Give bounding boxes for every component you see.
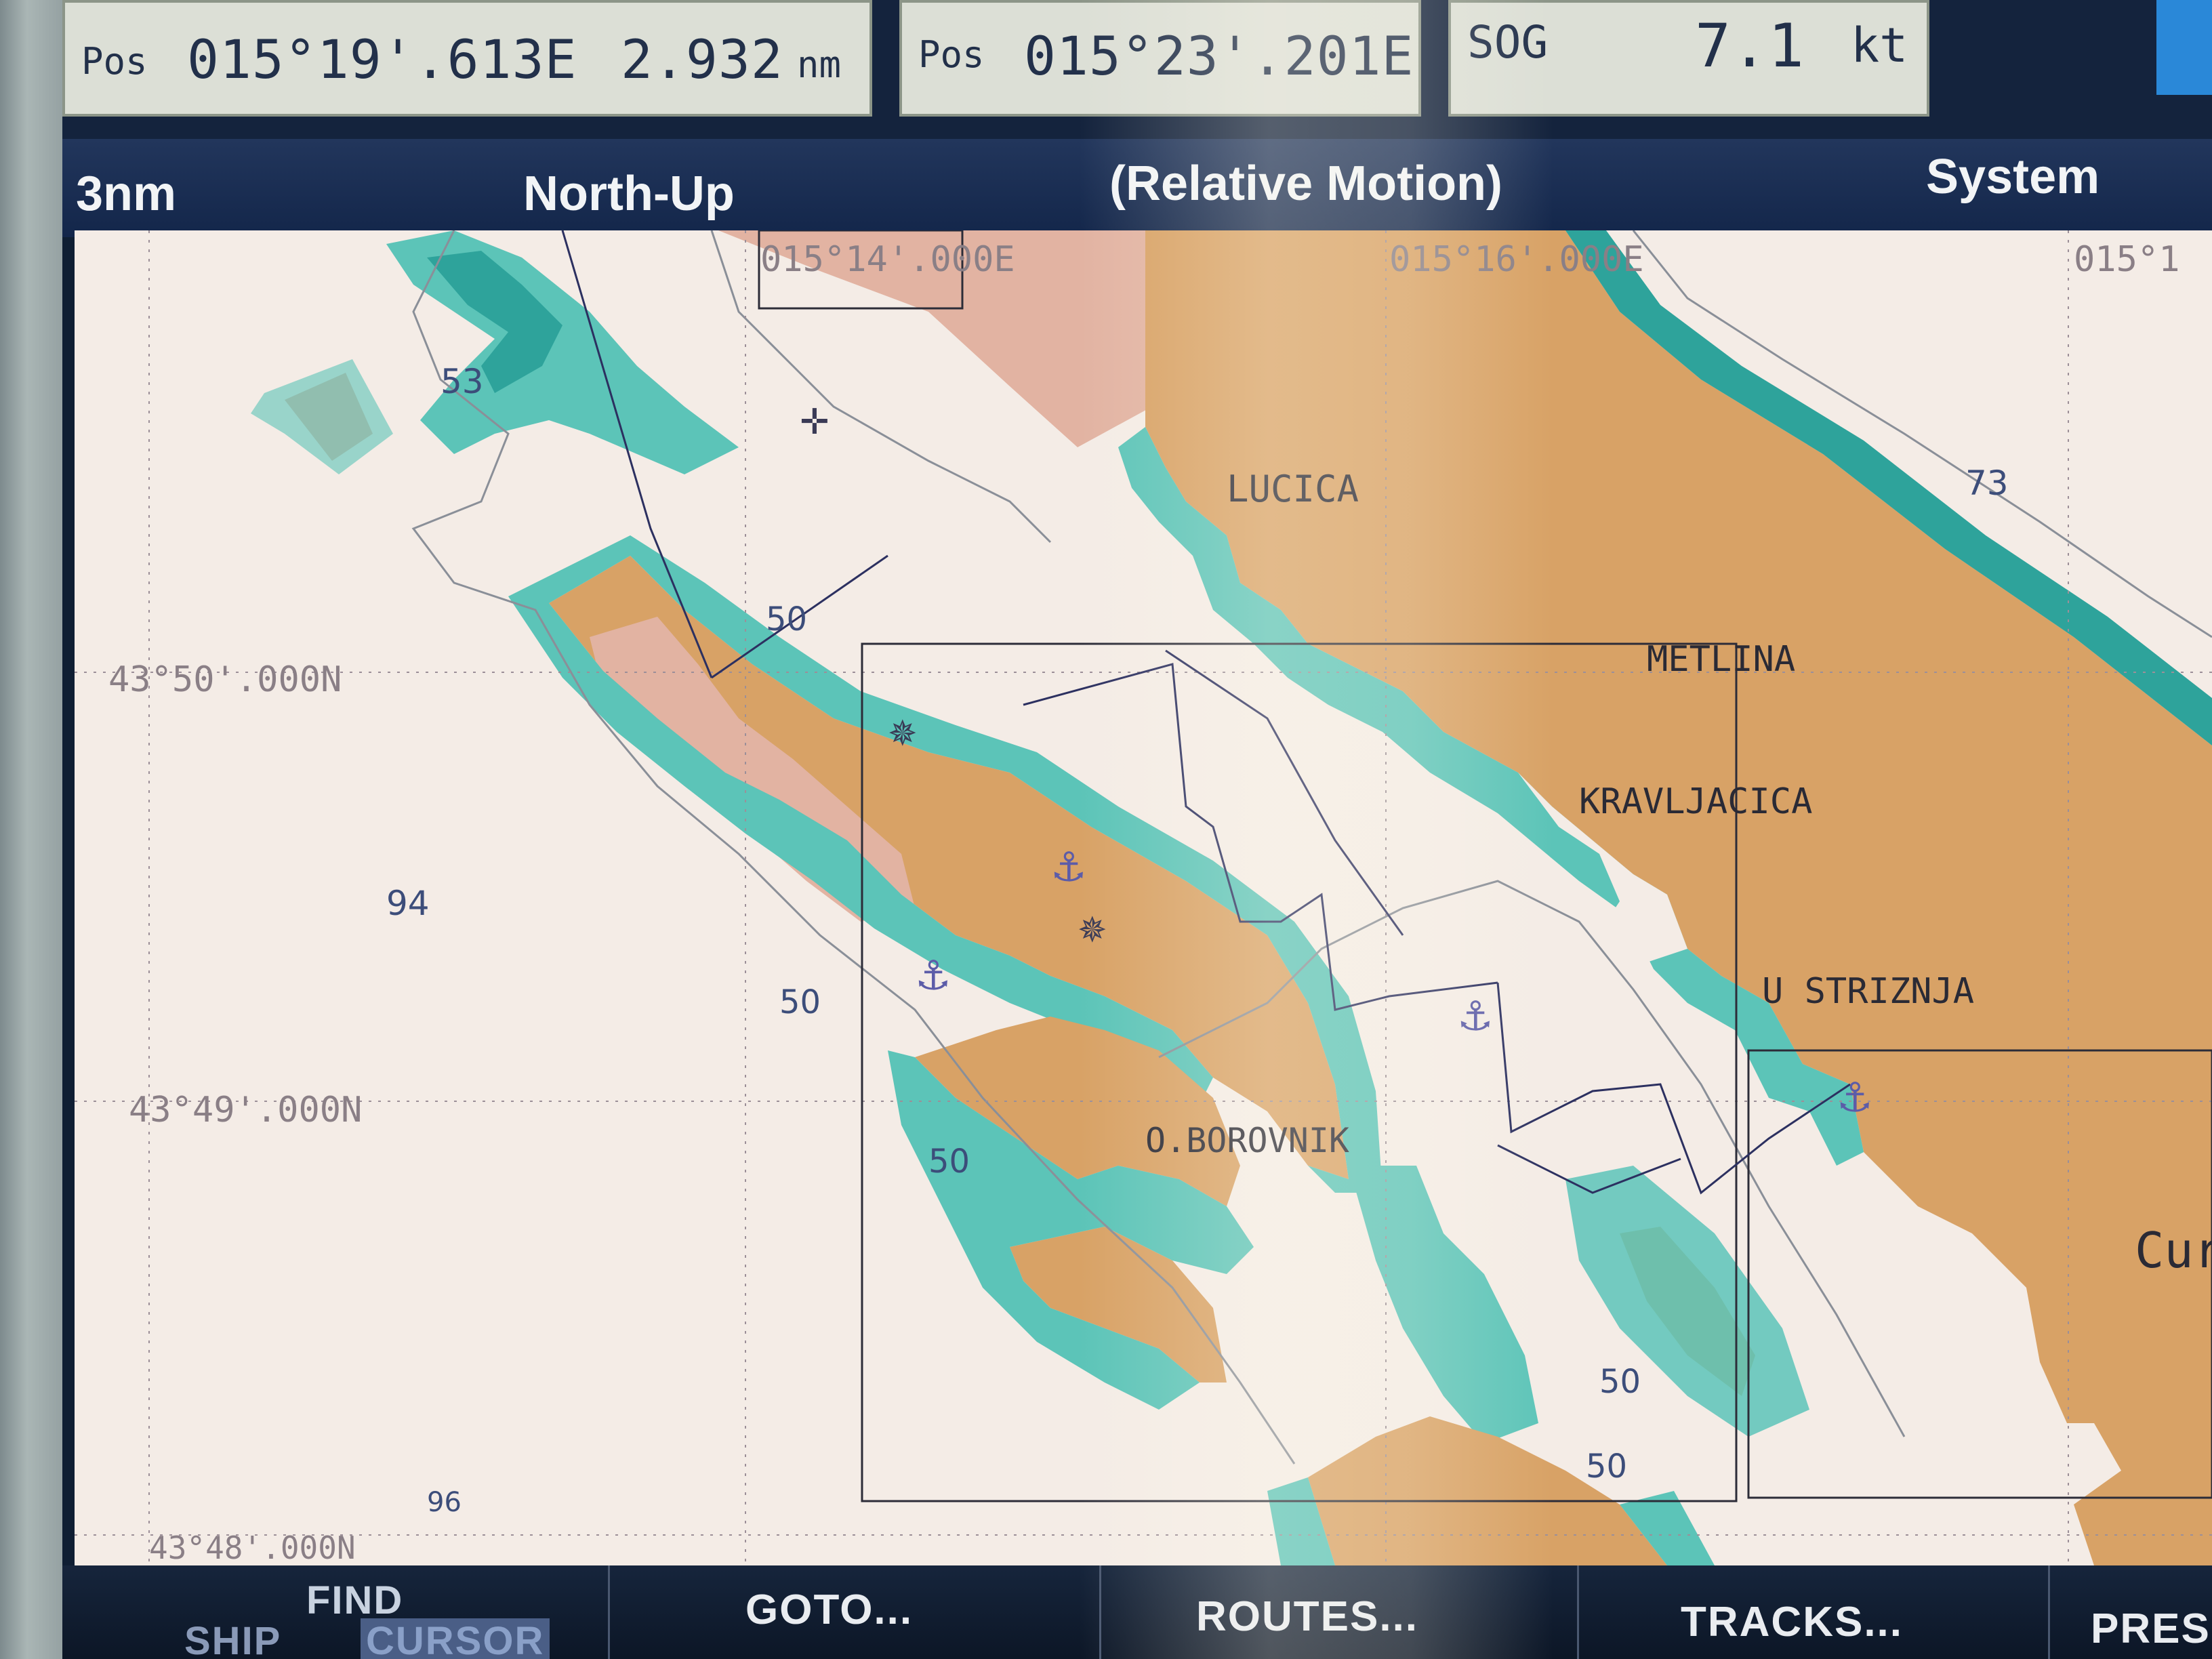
presets-softkey[interactable]: PRESE <box>2048 1565 2212 1659</box>
place-metlina: METLINA <box>1647 639 1795 680</box>
routes-label: ROUTES... <box>1196 1593 1419 1640</box>
orientation-indicator[interactable]: North-Up <box>523 166 735 222</box>
depth-94: 94 <box>386 884 430 923</box>
sog-box[interactable]: SOG 7.1 kt <box>1448 0 1929 117</box>
find-label: FIND <box>306 1578 404 1622</box>
tracks-softkey[interactable]: TRACKS... <box>1577 1565 2047 1659</box>
ship-option[interactable]: SHIP <box>184 1618 281 1659</box>
lon-label-18: 015°1 <box>2074 239 2180 280</box>
anchor-icon: ⚓ <box>915 952 951 1000</box>
cursor-option[interactable]: CURSOR <box>361 1618 550 1659</box>
wreck-icon: ✛ <box>800 402 830 443</box>
depth-50-e: 50 <box>1586 1448 1627 1486</box>
lat-label-50: 43°50'.000N <box>108 659 342 700</box>
shallow-central <box>1349 1166 1538 1443</box>
active-indicator <box>2156 0 2212 95</box>
lat-label-49: 43°49'.000N <box>129 1090 362 1130</box>
place-lucica: LUCICA <box>1227 468 1359 510</box>
depth-53: 53 <box>441 362 484 401</box>
place-u-striznja: U STRIZNJA <box>1762 971 1974 1012</box>
depth-50-b: 50 <box>779 983 821 1021</box>
depth-96: 96 <box>427 1487 462 1518</box>
goto-label: GOTO... <box>745 1586 914 1633</box>
land-se-coast <box>2074 1471 2212 1565</box>
tracks-label: TRACKS... <box>1681 1599 1903 1645</box>
depth-50-a: 50 <box>766 600 807 638</box>
position-distance-box[interactable]: Pos 015°19'.613E 2.932 nm <box>62 0 872 117</box>
land-bottom-island <box>1308 1416 1667 1565</box>
pos-label: Pos <box>81 40 148 83</box>
depth-50-d: 50 <box>1599 1363 1641 1401</box>
range-indicator[interactable]: 3nm <box>76 166 176 222</box>
depth-73: 73 <box>1965 464 2009 503</box>
place-cur: Cur <box>2135 1222 2212 1279</box>
position-value: 015°19'.613E <box>187 30 577 91</box>
chartplotter-screen: Pos 015°19'.613E 2.932 nm Pos 015°23'.20… <box>62 0 2212 1659</box>
goto-softkey[interactable]: GOTO... <box>608 1565 1098 1659</box>
sog-unit: kt <box>1851 18 1908 73</box>
motion-mode-indicator[interactable]: (Relative Motion) <box>1109 156 1502 211</box>
depth-50-c: 50 <box>928 1143 970 1181</box>
position-value-2: 015°23'.201E <box>1024 26 1414 87</box>
sog-label: SOG <box>1467 16 1549 68</box>
nautical-chart[interactable]: ⚓ ⚓ ⚓ ⚓ ✵ ✵ ✛ 015°14'.000E 015°16'.000E … <box>75 230 2212 1565</box>
routes-softkey[interactable]: ROUTES... <box>1099 1565 1576 1659</box>
lat-label-48: 43°48'.000N <box>149 1530 356 1565</box>
chart-canvas[interactable]: ⚓ ⚓ ⚓ ⚓ ✵ ✵ ✛ 015°14'.000E 015°16'.000E … <box>75 230 2212 1565</box>
position-box[interactable]: Pos 015°23'.201E <box>899 0 1421 117</box>
system-indicator[interactable]: System <box>1926 149 2100 205</box>
anchor-icon: ⚓ <box>1050 844 1087 891</box>
presets-label: PRESE <box>2091 1605 2212 1652</box>
lon-label-16: 015°16'.000E <box>1389 239 1644 280</box>
pos-label-2: Pos <box>918 33 985 76</box>
anchor-icon: ⚓ <box>1837 1074 1873 1122</box>
softkey-bar: FIND SHIP CURSOR GOTO... ROUTES... TRACK… <box>62 1565 2212 1659</box>
wreck-icon: ✵ <box>888 714 918 754</box>
wreck-icon: ✵ <box>1078 910 1107 951</box>
find-ship-cursor-softkey[interactable]: FIND SHIP CURSOR <box>62 1565 605 1659</box>
place-kravljacica: KRAVLJACICA <box>1579 781 1812 822</box>
lon-label-14: 015°14'.000E <box>760 239 1015 280</box>
shallow-small-island <box>251 359 393 474</box>
anchor-icon: ⚓ <box>1457 993 1494 1040</box>
distance-unit: nm <box>797 43 842 86</box>
data-bar: Pos 015°19'.613E 2.932 nm Pos 015°23'.20… <box>62 0 2212 139</box>
place-o-borovnik: O.BOROVNIK <box>1145 1121 1349 1160</box>
distance-value: 2.932 <box>621 30 783 91</box>
status-bar: 3nm North-Up (Relative Motion) System <box>62 139 2212 237</box>
sog-value: 7.1 <box>1695 11 1805 81</box>
